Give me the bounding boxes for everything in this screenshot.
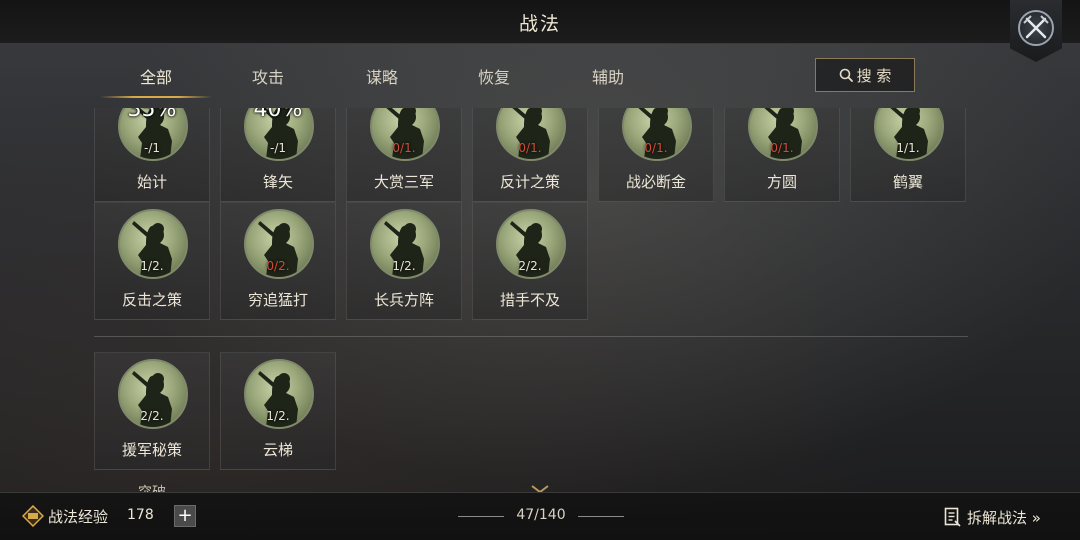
skill-name: 反击之策 [121,291,182,309]
skill-name: 鹤翼 [892,173,923,191]
skill-name: 始计 [136,173,167,191]
skill-card[interactable]: 2/2. 措手不及 [472,202,588,320]
skill-card[interactable]: 0/1. 战必断金 [598,108,714,202]
skill-count: 1/2. [392,259,416,273]
skill-count: -/1 [143,141,160,155]
skill-name: 锋矢 [262,173,293,191]
exp-label: 战法经验 [48,508,109,526]
section-divider [94,336,968,337]
skill-name: 云梯 [262,441,293,459]
search-label: 搜 索 [856,66,892,85]
disassemble-label: 拆解战法 » [967,508,1041,527]
skill-percent: 40% [253,108,303,122]
skill-card[interactable]: 0/1. 反计之策 [472,108,588,202]
pager-line-right [578,516,624,517]
skill-card[interactable]: -/1 35% 始计 [94,108,210,202]
skill-card[interactable]: 2/2. 援军秘策 [94,352,210,470]
title-bar: 战法 [0,0,1080,44]
skill-name: 方圆 [766,173,797,191]
tab-all[interactable]: 全部 [100,60,212,98]
tab-attack[interactable]: 攻击 [212,60,324,98]
skill-card[interactable]: 0/1. 大赏三军 [346,108,462,202]
skill-name: 长兵方阵 [373,291,434,309]
skill-card[interactable]: 1/2. 云梯 [220,352,336,470]
skill-count: 2/2. [518,259,542,273]
disassemble-button[interactable]: 拆解战法 » [944,505,1041,529]
skill-name: 反计之策 [499,173,560,191]
tab-recovery[interactable]: 恢复 [438,60,550,98]
skill-percent: 35% [127,108,177,122]
skill-count: 0/1. [392,141,416,155]
scroll-book-icon [22,505,44,527]
skill-name: 战必断金 [625,173,686,191]
skill-name: 大赏三军 [373,173,434,191]
skill-count: 0/1. [518,141,542,155]
skill-list[interactable]: -/1 35% 始计 -/1 40% 锋矢 0/1. 大赏三军 0/1. 反计之策 0/1. 战必断金… [94,108,974,492]
skill-card[interactable]: 1/1. 鹤翼 [850,108,966,202]
search-button[interactable]: 搜 索 [815,58,915,92]
skill-name: 穷追猛打 [247,291,308,309]
tab-strategy[interactable]: 谋略 [326,60,438,98]
skill-name: 措手不及 [499,291,560,309]
skill-card[interactable]: 1/2. 反击之策 [94,202,210,320]
document-list-icon [944,507,961,527]
pager-count: 47/140 [516,507,566,523]
page-title: 战法 [518,13,561,35]
skill-card[interactable]: 0/2. 穷追猛打 [220,202,336,320]
skill-count: 0/1. [644,141,668,155]
exp-value: 178 [127,507,154,523]
skill-count: 1/1. [896,141,920,155]
skill-count: -/1 [269,141,286,155]
skill-count: 1/2. [140,259,164,273]
skill-count: 2/2. [140,409,164,423]
close-button[interactable] [1010,0,1062,62]
crossed-swords-icon [1023,15,1049,39]
search-icon [839,68,853,82]
skill-card[interactable]: -/1 40% 锋矢 [220,108,336,202]
section-label: 突破 [138,482,166,492]
skill-name: 援军秘策 [121,441,182,459]
bottom-bar: 战法经验 178 + 47/140 拆解战法 » [0,492,1080,540]
skill-card[interactable]: 0/1. 方圆 [724,108,840,202]
skill-count: 1/2. [266,409,290,423]
tab-support[interactable]: 辅助 [552,60,664,98]
add-exp-button[interactable]: + [174,505,196,527]
skill-card[interactable]: 1/2. 长兵方阵 [346,202,462,320]
skill-count: 0/1. [770,141,794,155]
pager: 47/140 [458,507,624,527]
skill-count: 0/2. [266,259,290,273]
